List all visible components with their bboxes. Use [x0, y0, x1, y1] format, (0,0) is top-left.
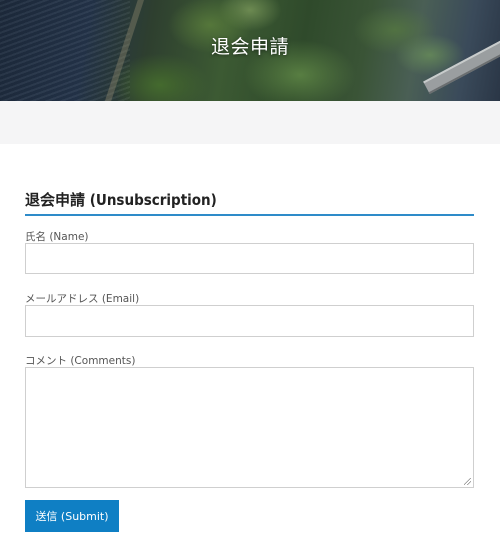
comments-field-wrapper — [25, 367, 474, 488]
name-field-wrapper — [25, 243, 474, 274]
name-input[interactable] — [26, 244, 473, 273]
email-input[interactable] — [26, 306, 473, 336]
page-title: 退会申請 — [210, 36, 289, 58]
section-divider-band — [0, 101, 500, 144]
hero-banner: 退会申請 — [0, 0, 500, 101]
email-field-wrapper — [25, 305, 474, 337]
resize-handle-icon[interactable] — [464, 478, 471, 485]
comments-label: コメント (Comments) — [25, 355, 136, 367]
name-label: 氏名 (Name) — [25, 231, 89, 243]
email-label: メールアドレス (Email) — [25, 293, 140, 305]
form-heading: 退会申請 (Unsubscription) — [25, 189, 474, 216]
submit-button[interactable]: 送信 (Submit) — [25, 500, 119, 532]
comments-textarea[interactable] — [26, 368, 473, 487]
